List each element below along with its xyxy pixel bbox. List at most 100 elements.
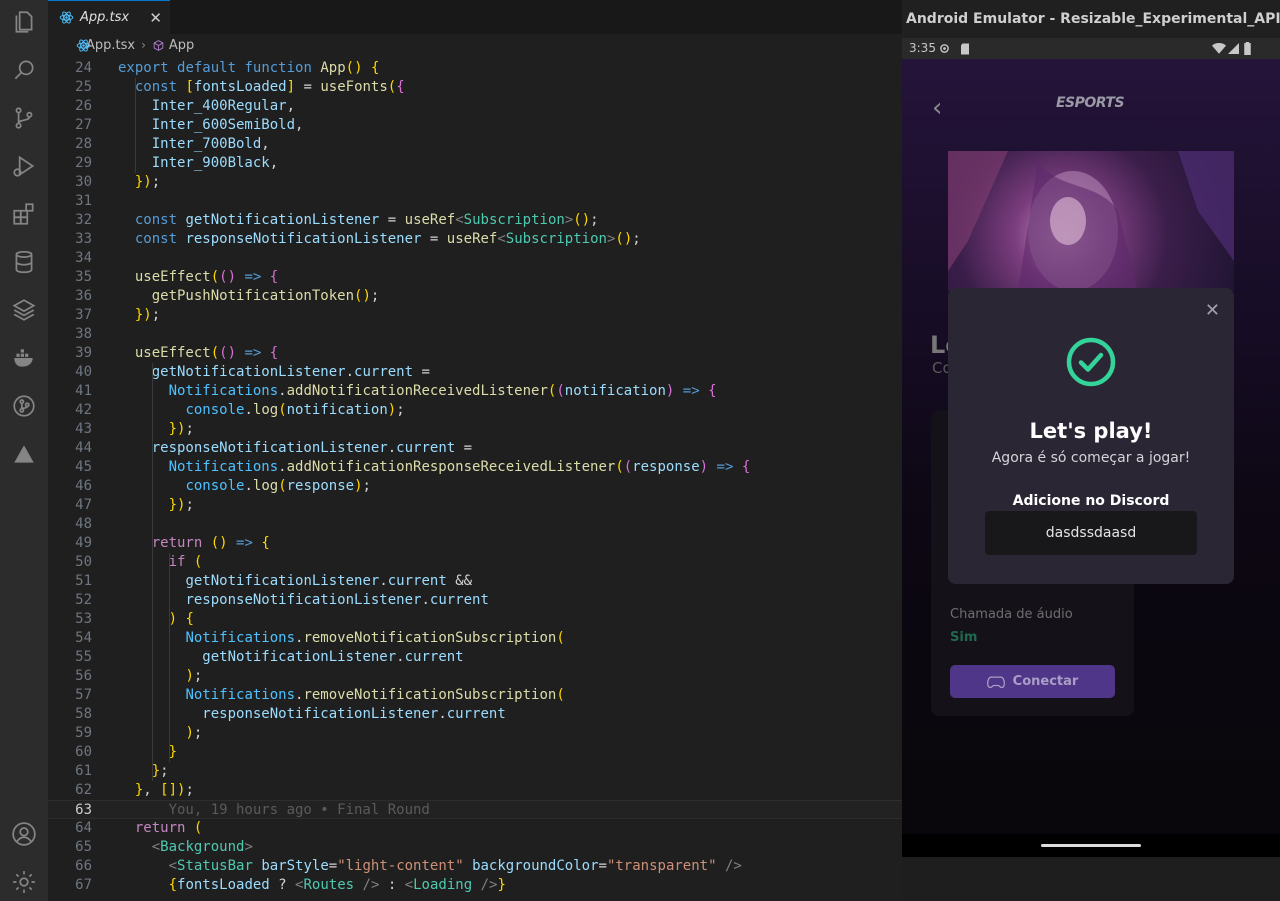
code-line[interactable]: 25 const [fontsLoaded] = useFonts({ [48,78,902,97]
code-line[interactable]: 38 [48,325,902,344]
code-line[interactable]: 29 Inter_900Black, [48,154,902,173]
line-number: 33 [75,231,92,247]
code-line[interactable]: 39 useEffect(() => { [48,344,902,363]
code-line[interactable]: 47 }); [48,496,902,515]
run-debug-icon[interactable] [10,152,38,180]
code-line[interactable]: 62 }, []); [48,781,902,800]
line-number: 30 [75,174,92,190]
success-modal: ✕ Let's play! Agora é só começar a jogar… [948,288,1234,584]
code-line[interactable]: 54 Notifications.removeNotificationSubsc… [48,629,902,648]
modal-subtitle: Agora é só começar a jogar! [991,450,1191,466]
expo-icon[interactable] [10,440,38,468]
back-arrow-icon[interactable]: ‹ [932,93,942,123]
code-line[interactable]: 36 getPushNotificationToken(); [48,287,902,306]
close-icon[interactable]: ✕ [1205,300,1220,321]
account-icon[interactable] [10,820,38,848]
line-code: getNotificationListener.current = [151,364,430,380]
code-line[interactable]: 30 }); [48,173,902,192]
code-line[interactable]: 42 console.log(notification); [48,401,902,420]
sd-card-icon [961,43,969,55]
line-number: 51 [75,573,92,589]
code-line[interactable]: 48 [48,515,902,534]
search-icon[interactable] [10,56,38,84]
line-code: const responseNotificationListener = use… [134,231,641,247]
line-number: 61 [75,763,92,779]
explorer-icon[interactable] [10,8,38,36]
code-line[interactable]: 56 ); [48,667,902,686]
code-line[interactable]: 46 console.log(response); [48,477,902,496]
code-line[interactable]: 26 Inter_400Regular, [48,97,902,116]
tab-label: App.tsx [80,10,130,25]
code-line[interactable]: 40 getNotificationListener.current = [48,363,902,382]
code-line[interactable]: 57 Notifications.removeNotificationSubsc… [48,686,902,705]
code-line[interactable]: 60 } [48,743,902,762]
react-file-icon [59,11,74,24]
code-line[interactable]: 59 ); [48,724,902,743]
code-line[interactable]: 51 getNotificationListener.current && [48,572,902,591]
extensions-icon[interactable] [10,200,38,228]
line-number: 64 [75,820,92,836]
game-banner-image [948,151,1234,291]
code-line[interactable]: 63 You, 19 hours ago • Final Round [48,800,902,819]
code-line[interactable]: 34 [48,249,902,268]
code-line[interactable]: 66 <StatusBar barStyle="light-content" b… [48,857,902,876]
code-line[interactable]: 32 const getNotificationListener = useRe… [48,211,902,230]
check-circle-icon [1066,337,1116,387]
breadcrumb-file[interactable]: App.tsx [86,38,135,53]
line-code: Inter_700Bold, [151,136,270,152]
code-line[interactable]: 31 [48,192,902,211]
settings-gear-icon[interactable] [10,868,38,896]
line-number: 45 [75,459,92,475]
home-gesture-pill[interactable] [1041,844,1141,847]
line-number: 42 [75,402,92,418]
layers-icon[interactable] [10,296,38,324]
close-icon[interactable]: ✕ [149,9,162,27]
emulator-title-bar[interactable]: Android Emulator - Resizable_Experimenta… [902,0,1280,38]
code-line[interactable]: 55 getNotificationListener.current [48,648,902,667]
code-line[interactable]: 24 export default function App() { [48,59,902,78]
line-number: 28 [75,136,92,152]
line-code: Inter_600SemiBold, [151,117,304,133]
code-line[interactable]: 43 }); [48,420,902,439]
code-line[interactable]: 64 return ( [48,819,902,838]
line-code: responseNotificationListener.current [185,592,489,608]
code-line[interactable]: 61 }; [48,762,902,781]
code-line[interactable]: 53 ) { [48,610,902,629]
code-line[interactable]: 58 responseNotificationListener.current [48,705,902,724]
line-number: 65 [75,839,92,855]
code-line[interactable]: 37 }); [48,306,902,325]
git-graph-icon[interactable] [10,392,38,420]
tab-app-tsx[interactable]: App.tsx ✕ [48,0,170,34]
code-line[interactable]: 67 {fontsLoaded ? <Routes /> : <Loading … [48,876,902,895]
breadcrumb-symbol[interactable]: App [169,38,194,53]
discord-username-button[interactable]: dasdssdaasd [985,511,1197,555]
indent-guide [135,78,136,173]
line-code: export default function App() { [118,60,380,76]
code-line[interactable]: 45 Notifications.addNotificationResponse… [48,458,902,477]
code-line[interactable]: 65 <Background> [48,838,902,857]
breadcrumb: App.tsx › App [48,34,902,56]
line-number: 26 [75,98,92,114]
line-number: 56 [75,668,92,684]
code-line[interactable]: 50 if ( [48,553,902,572]
line-code: Notifications.addNotificationReceivedLis… [168,383,717,399]
code-line[interactable]: 41 Notifications.addNotificationReceived… [48,382,902,401]
code-line[interactable]: 33 const responseNotificationListener = … [48,230,902,249]
line-code: Notifications.addNotificationResponseRec… [168,459,751,475]
code-line[interactable]: 27 Inter_600SemiBold, [48,116,902,135]
line-number: 46 [75,478,92,494]
line-number: 34 [75,250,92,266]
docker-icon[interactable] [10,344,38,372]
code-line[interactable]: 44 responseNotificationListener.current … [48,439,902,458]
code-line[interactable]: 49 return () => { [48,534,902,553]
code-line[interactable]: 28 Inter_700Bold, [48,135,902,154]
line-code: const getNotificationListener = useRef<S… [134,212,599,228]
source-control-icon[interactable] [10,104,38,132]
line-code: }); [134,307,161,323]
connect-button[interactable]: Conectar [950,665,1115,698]
code-line[interactable]: 52 responseNotificationListener.current [48,591,902,610]
code-line[interactable]: 35 useEffect(() => { [48,268,902,287]
android-nav-bar [902,834,1280,857]
logo-text: ESPORTS [1055,95,1125,111]
database-icon[interactable] [10,248,38,276]
